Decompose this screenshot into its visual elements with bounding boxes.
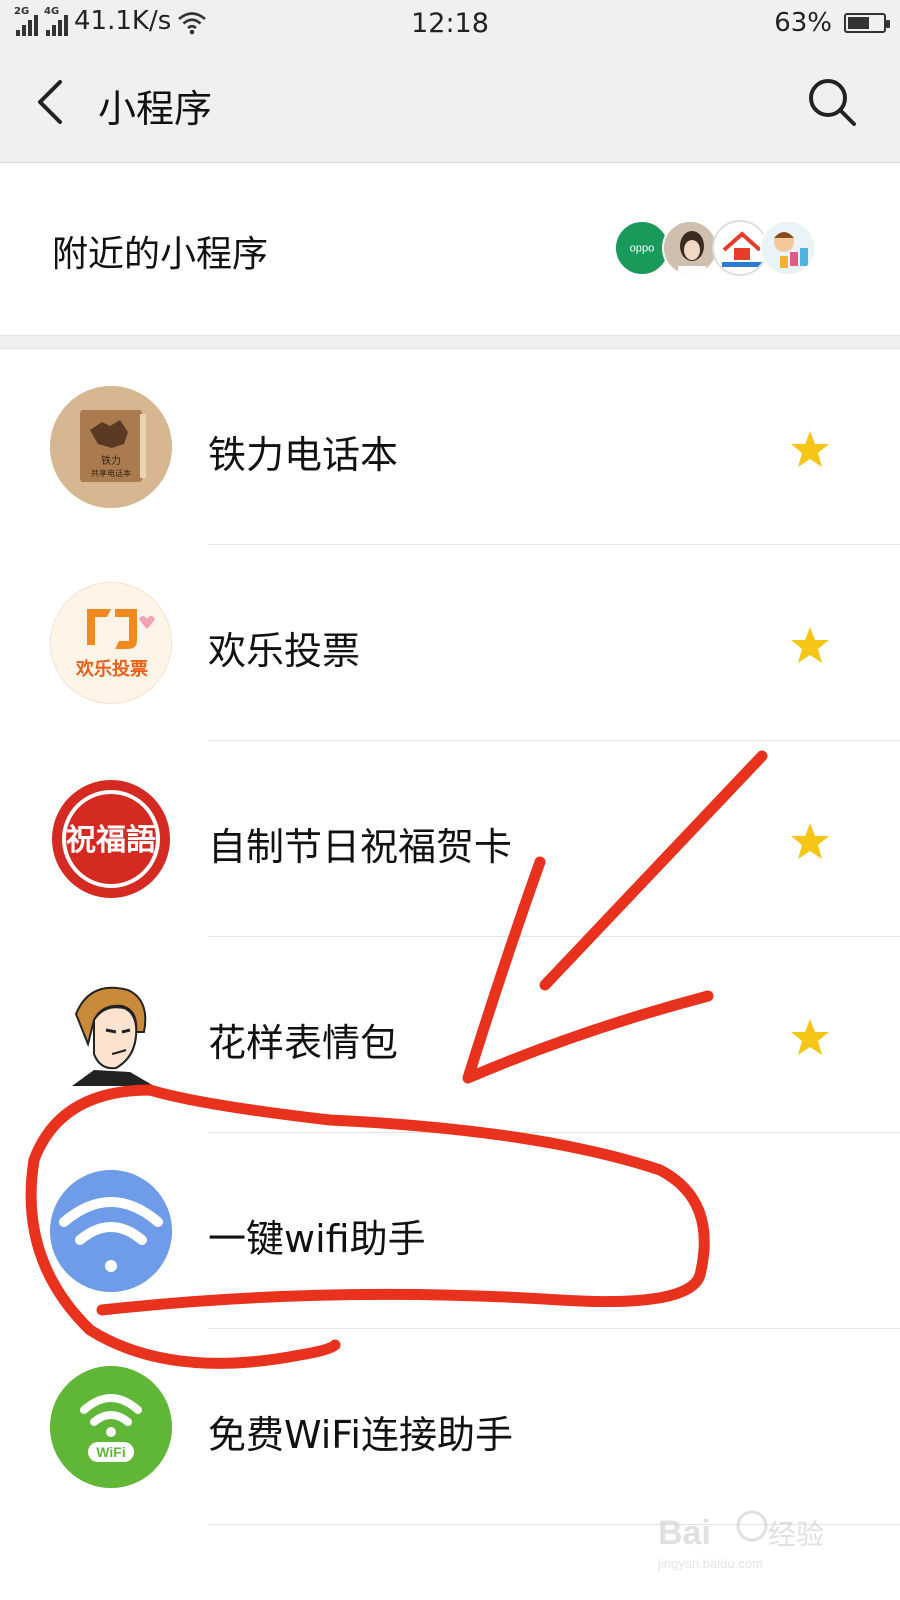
star-icon[interactable] [790, 429, 830, 469]
svg-text:欢乐投票: 欢乐投票 [75, 658, 148, 680]
svg-text:祝福語: 祝福語 [66, 823, 156, 858]
nearby-avatar-cartoon [760, 220, 816, 276]
item-name: 欢乐投票 [208, 629, 361, 673]
list-item[interactable]: 花样表情包 [0, 937, 900, 1133]
item-name: 铁力电话本 [208, 433, 399, 477]
list-item[interactable]: 祝福語 自制节日祝福贺卡 [0, 741, 900, 937]
back-arrow-icon[interactable] [26, 74, 76, 130]
list-item[interactable]: 铁力 共享电话本 铁力电话本 [0, 349, 900, 545]
star-icon[interactable] [790, 821, 830, 861]
free-wifi-app-icon: WiFi [50, 1366, 172, 1488]
svg-text:共享电话本: 共享电话本 [91, 468, 131, 478]
meme-app-icon [50, 974, 172, 1096]
status-time: 12:18 [411, 8, 489, 39]
svg-text:oppo: oppo [630, 243, 655, 255]
wifi-app-icon [50, 1170, 172, 1292]
list-item[interactable]: 一键wifi助手 [0, 1133, 900, 1329]
status-right: 63% [774, 8, 890, 38]
item-name: 一键wifi助手 [208, 1217, 426, 1261]
header: 小程序 [0, 48, 900, 163]
item-name: 自制节日祝福贺卡 [208, 825, 513, 869]
star-icon[interactable] [790, 1017, 830, 1057]
battery-percent: 63% [774, 8, 832, 38]
item-name: 花样表情包 [208, 1021, 399, 1065]
phonebook-app-icon: 铁力 共享电话本 [50, 386, 172, 508]
section-divider [0, 335, 900, 349]
svg-text:jingyan.baidu.com: jingyan.baidu.com [657, 1556, 763, 1571]
item-name: 免费WiFi连接助手 [208, 1413, 513, 1457]
battery-icon [844, 13, 890, 33]
svg-text:Bai: Bai [658, 1514, 711, 1552]
star-icon[interactable] [790, 625, 830, 665]
baidu-watermark-logo: Bai 经验 jingyan.baidu.com [657, 1510, 824, 1571]
nearby-label: 附近的小程序 [52, 234, 269, 275]
list-item[interactable]: 欢乐投票 欢乐投票 [0, 545, 900, 741]
svg-text:铁力: 铁力 [101, 454, 121, 467]
blessing-card-app-icon: 祝福語 [50, 778, 172, 900]
nearby-avatar-person [662, 220, 718, 276]
mini-program-list: 铁力 共享电话本 铁力电话本 欢乐投票 欢乐投票 祝福語 自制节日祝福贺卡 花样… [0, 349, 900, 1525]
status-bar: 2G 4G 41.1K/s 12:18 63% [0, 0, 900, 48]
svg-text:经验: 经验 [768, 1518, 824, 1551]
page-title: 小程序 [98, 87, 213, 131]
vote-app-icon: 欢乐投票 [50, 582, 172, 704]
search-icon[interactable] [804, 74, 860, 130]
svg-text:WiFi: WiFi [96, 1444, 125, 1460]
